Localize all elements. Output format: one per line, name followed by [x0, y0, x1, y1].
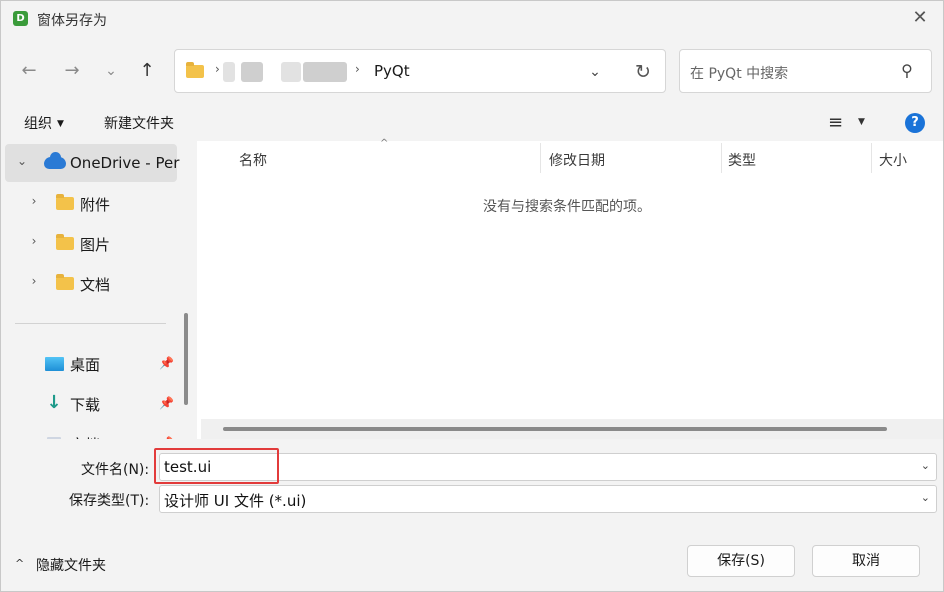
column-header-size[interactable]: 大小: [879, 150, 907, 170]
filetype-value: 设计师 UI 文件 (*.ui): [164, 492, 307, 510]
close-icon[interactable]: ✕: [909, 7, 931, 29]
column-header-type[interactable]: 类型: [728, 150, 756, 170]
pin-icon[interactable]: 📌: [159, 356, 174, 370]
navigation-pane: ⌄ OneDrive - Per › 附件 › 图片 › 文档 桌面 📌 ↓ 下…: [1, 141, 194, 439]
sidebar-item-documents[interactable]: › 文档: [5, 264, 177, 302]
app-icon: D: [13, 11, 28, 26]
list-view-icon[interactable]: ≡: [828, 114, 846, 132]
redacted-path-segment: [303, 62, 347, 82]
sort-ascending-icon: ^: [380, 138, 389, 149]
sidebar-item-label: 图片: [80, 236, 111, 254]
help-icon[interactable]: ?: [905, 113, 925, 133]
folder-icon: [56, 274, 74, 290]
sidebar-item-desktop[interactable]: 桌面 📌: [5, 344, 177, 382]
caret-down-icon[interactable]: ▼: [858, 117, 865, 127]
back-arrow-icon[interactable]: ←: [17, 59, 41, 83]
chevron-right-icon[interactable]: ›: [26, 234, 42, 248]
hide-folders-label: 隐藏文件夹: [36, 558, 106, 574]
folder-icon: [56, 234, 74, 250]
chevron-down-icon[interactable]: ⌄: [583, 61, 607, 83]
breadcrumb-current[interactable]: PyQt: [374, 62, 410, 80]
column-header-name[interactable]: 名称: [239, 150, 267, 170]
annotation-highlight-box: [154, 448, 279, 484]
breadcrumb-separator: ›: [215, 62, 220, 76]
filetype-label: 保存类型(T):: [69, 493, 150, 509]
caret-down-icon: ▼: [57, 119, 64, 129]
column-divider[interactable]: [871, 143, 872, 173]
recent-locations-chevron-icon[interactable]: ⌄: [99, 59, 123, 83]
scrollbar-thumb[interactable]: [223, 427, 887, 431]
save-button[interactable]: 保存(S): [687, 545, 795, 577]
search-input[interactable]: 在 PyQt 中搜索 ⚲: [679, 49, 932, 93]
column-header-modified[interactable]: 修改日期: [549, 150, 605, 170]
desktop-icon: [45, 357, 64, 371]
onedrive-cloud-icon: [44, 152, 66, 169]
redacted-path-segment: [241, 62, 263, 82]
sidebar-divider: [15, 323, 166, 324]
breadcrumb-separator: ›: [355, 62, 360, 76]
organize-menu[interactable]: 组织 ▼: [24, 113, 64, 133]
redacted-path-segment: [223, 62, 235, 82]
folder-icon: [186, 62, 204, 78]
sidebar-item-label: 下载: [70, 396, 101, 414]
forward-arrow-icon[interactable]: →: [60, 59, 84, 83]
sidebar-item-attachments[interactable]: › 附件: [5, 184, 177, 222]
pin-icon[interactable]: 📌: [159, 396, 174, 410]
search-icon[interactable]: ⚲: [897, 61, 917, 81]
sidebar-item-label: 附件: [80, 196, 111, 214]
sidebar-item-downloads[interactable]: ↓ 下载 📌: [5, 384, 177, 422]
organize-label: 组织: [24, 116, 52, 132]
document-icon: [47, 437, 61, 439]
sidebar-scrollbar[interactable]: [184, 313, 188, 405]
file-list-pane: ^ 名称 修改日期 类型 大小 没有与搜索条件匹配的项。: [197, 138, 943, 439]
pin-icon[interactable]: 📌: [159, 436, 174, 439]
filetype-select[interactable]: 设计师 UI 文件 (*.ui) ⌄: [159, 485, 937, 513]
sidebar-item-documents-quick[interactable]: 文档 📌: [5, 424, 177, 439]
horizontal-scrollbar[interactable]: [201, 419, 943, 439]
save-dialog: D 窗体另存为 ✕ ← → ⌄ ↑ › › PyQt ⌄ ↻ 在 PyQt 中搜…: [0, 0, 944, 592]
chevron-down-icon[interactable]: ⌄: [921, 459, 930, 472]
chevron-right-icon[interactable]: ›: [26, 194, 42, 208]
column-divider[interactable]: [540, 143, 541, 173]
command-bar: 组织 ▼ 新建文件夹 ≡ ▼ ?: [1, 105, 943, 141]
column-divider[interactable]: [721, 143, 722, 173]
empty-state-message: 没有与搜索条件匹配的项。: [483, 199, 651, 215]
sidebar-item-onedrive[interactable]: ⌄ OneDrive - Per: [5, 144, 180, 182]
search-placeholder: 在 PyQt 中搜索: [690, 66, 789, 82]
refresh-icon[interactable]: ↻: [630, 59, 656, 85]
sidebar-item-label: 桌面: [70, 356, 101, 374]
sidebar-item-label: OneDrive - Per: [70, 154, 180, 172]
new-folder-button[interactable]: 新建文件夹: [104, 113, 174, 133]
address-bar[interactable]: › › PyQt ⌄ ↻: [174, 49, 666, 93]
download-icon: ↓: [46, 392, 62, 413]
filename-label: 文件名(N):: [81, 462, 150, 478]
sidebar-item-label: 文档: [70, 434, 100, 439]
chevron-down-icon[interactable]: ⌄: [14, 154, 30, 168]
redacted-path-segment: [281, 62, 301, 82]
sidebar-item-pictures[interactable]: › 图片: [5, 224, 177, 262]
up-arrow-icon[interactable]: ↑: [135, 59, 159, 83]
chevron-right-icon[interactable]: ›: [26, 274, 42, 288]
caret-up-icon: ^: [15, 557, 25, 570]
folder-icon: [56, 194, 74, 210]
cancel-button[interactable]: 取消: [812, 545, 920, 577]
window-title: 窗体另存为: [37, 13, 107, 29]
title-bar: D 窗体另存为 ✕: [1, 1, 943, 37]
sidebar-item-label: 文档: [80, 276, 111, 294]
chevron-down-icon[interactable]: ⌄: [921, 491, 930, 504]
